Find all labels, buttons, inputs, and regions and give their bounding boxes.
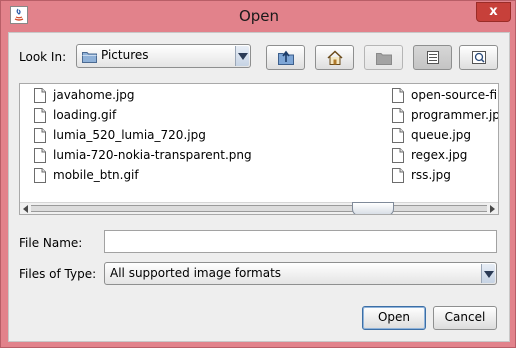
look-in-combo[interactable]: Pictures — [76, 44, 251, 68]
file-icon — [392, 108, 404, 123]
chevron-down-icon[interactable] — [235, 46, 249, 66]
new-folder-icon — [376, 53, 392, 65]
close-icon: x — [489, 4, 498, 19]
open-button[interactable]: Open — [362, 306, 426, 330]
file-name: queue.jpg — [411, 128, 471, 142]
scroll-left-icon[interactable] — [23, 205, 28, 213]
file-name: regex.jpg — [411, 148, 468, 162]
list-view-icon — [427, 51, 439, 64]
file-name: javahome.jpg — [53, 88, 135, 102]
new-folder-button[interactable] — [364, 45, 403, 70]
file-name-input[interactable] — [104, 230, 497, 253]
scrollbar-thumb[interactable] — [352, 202, 394, 214]
cancel-button[interactable]: Cancel — [433, 306, 497, 330]
details-view-icon — [472, 51, 486, 64]
up-one-level-icon — [278, 50, 294, 65]
file-icon — [392, 128, 404, 143]
file-type-label: Files of Type: — [19, 267, 97, 281]
close-button[interactable]: x — [476, 2, 511, 22]
file-name: programmer.jpg — [411, 108, 499, 122]
file-icon — [34, 148, 46, 163]
dialog-window: Open x Look In: Pictures javahome.jpg lo… — [0, 0, 516, 348]
file-name: open-source-firm — [411, 88, 498, 102]
dialog-content: Look In: Pictures javahome.jpg loading.g… — [8, 32, 510, 342]
file-name-label: File Name: — [19, 236, 83, 250]
file-type-value: All supported image formats — [110, 266, 282, 280]
file-name: lumia-720-nokia-transparent.png — [53, 148, 252, 162]
look-in-value: Pictures — [101, 48, 149, 62]
scrollbar-track[interactable] — [31, 202, 487, 214]
file-icon — [392, 168, 404, 183]
look-in-label: Look In: — [19, 50, 67, 64]
home-icon — [327, 50, 343, 65]
file-icon — [34, 88, 46, 103]
home-button[interactable] — [315, 45, 354, 70]
title-bar[interactable]: Open x — [1, 1, 516, 32]
horizontal-scrollbar[interactable] — [20, 202, 498, 214]
chevron-down-icon[interactable] — [481, 264, 495, 283]
file-list[interactable]: javahome.jpg loading.gif lumia_520_lumia_7… — [19, 83, 499, 215]
file-name: lumia_520_lumia_720.jpg — [53, 128, 206, 142]
file-icon — [392, 88, 404, 103]
details-view-button[interactable] — [459, 45, 498, 70]
file-type-combo[interactable]: All supported image formats — [104, 262, 497, 285]
file-icon — [34, 168, 46, 183]
list-view-button[interactable] — [413, 45, 452, 70]
up-one-level-button[interactable] — [266, 45, 305, 70]
file-name: loading.gif — [53, 108, 117, 122]
file-name: rss.jpg — [411, 168, 451, 182]
scroll-right-icon[interactable] — [490, 205, 495, 213]
file-icon — [392, 148, 404, 163]
file-icon — [34, 108, 46, 123]
file-name: mobile_btn.gif — [53, 168, 139, 182]
window-title: Open — [238, 7, 280, 25]
file-icon — [34, 128, 46, 143]
folder-icon — [82, 52, 97, 63]
